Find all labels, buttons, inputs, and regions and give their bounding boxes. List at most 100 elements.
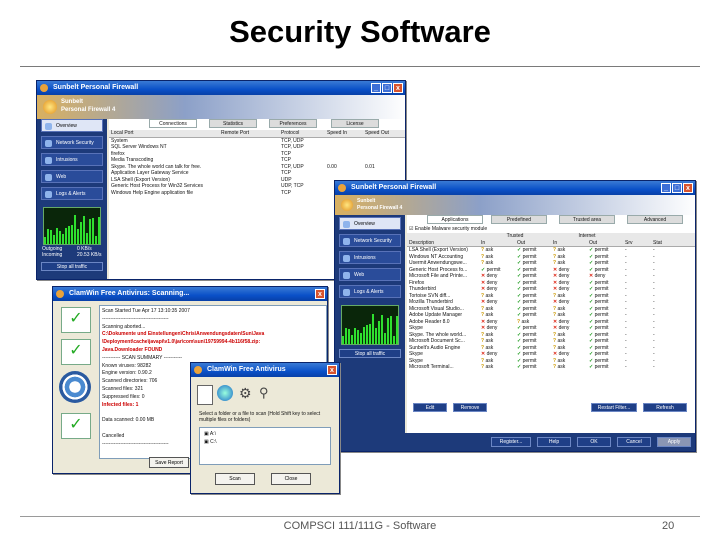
rule-cell[interactable]: ✓ permit — [517, 345, 553, 351]
settings-gear-icon[interactable]: ⚙ — [239, 385, 252, 401]
tree-item-drive-a[interactable]: ▣ A:\ — [200, 428, 330, 437]
table-row[interactable]: Skype ✕ deny ✓ permit ✕ deny ✓ permit - - — [407, 351, 695, 358]
table-row[interactable]: LSA Shell (Export Version)? ask ✓ permit?… — [407, 247, 695, 254]
close-dialog-button[interactable]: Close — [271, 473, 311, 485]
table-row[interactable]: Skype? ask ✓ permit? ask ✓ permit - - — [407, 358, 695, 365]
rule-cell[interactable]: ✓ permit — [517, 338, 553, 344]
rule-cell[interactable]: ? ask — [481, 306, 517, 312]
tab-advanced[interactable]: Advanced — [627, 215, 683, 224]
rule-cell[interactable]: ✓ permit — [589, 332, 625, 338]
rule-cell[interactable]: ✓ permit — [517, 332, 553, 338]
folder-tree[interactable]: ▣ A:\ ▣ C:\ — [199, 427, 331, 465]
rule-cell[interactable]: ? ask — [553, 254, 589, 260]
rule-cell[interactable]: ✕ deny — [553, 319, 589, 325]
nav-web[interactable]: Web — [41, 170, 103, 183]
search-magnifier-icon[interactable]: ⚲ — [259, 385, 269, 401]
rule-cell[interactable]: ✓ permit — [517, 299, 553, 305]
rule-cell[interactable]: ? ask — [481, 254, 517, 260]
rule-cell[interactable]: ? ask — [517, 319, 553, 325]
table-row[interactable]: Windows NT Accounting? ask ✓ permit? ask ✓… — [407, 254, 695, 261]
tab-trusted-area[interactable]: Trusted area — [559, 215, 615, 224]
rule-cell[interactable]: ? ask — [553, 312, 589, 318]
tree-item-drive-c[interactable]: ▣ C:\ — [200, 437, 330, 445]
nav-network-security[interactable]: Network Security — [339, 234, 401, 247]
close-button[interactable]: x — [327, 365, 337, 375]
rule-cell[interactable]: ? ask — [553, 332, 589, 338]
save-report-button[interactable]: Save Report — [149, 457, 189, 468]
rule-cell[interactable]: ? ask — [553, 260, 589, 266]
rule-cell[interactable]: ✕ deny — [481, 286, 517, 292]
rule-cell[interactable]: ? ask — [481, 247, 517, 253]
update-globe-icon[interactable] — [217, 385, 233, 401]
rule-cell[interactable]: ✕ deny — [481, 325, 517, 331]
rule-cell[interactable]: ? ask — [481, 293, 517, 299]
tab-applications[interactable]: Applications — [427, 215, 483, 224]
rule-cell[interactable]: ? ask — [553, 338, 589, 344]
table-row[interactable]: Skype. The whole world...? ask ✓ permit? … — [407, 332, 695, 339]
enable-malware-checkbox[interactable]: ☑ Enable Malware security module — [409, 226, 695, 232]
rule-cell[interactable]: ✓ permit — [589, 325, 625, 331]
rule-cell[interactable]: ✓ permit — [589, 338, 625, 344]
table-row[interactable]: Skype. The whole world can talk for free… — [109, 164, 405, 171]
rule-cell[interactable]: ✓ permit — [517, 254, 553, 260]
maximize-button[interactable]: □ — [672, 183, 682, 193]
rule-cell[interactable]: ? ask — [481, 345, 517, 351]
nav-logs-alerts[interactable]: Logs & Alerts — [41, 187, 103, 200]
refresh-button[interactable]: Refresh — [643, 403, 687, 412]
table-row[interactable]: Thunderbird ✕ deny ✓ permit ✕ deny ✓ permit -… — [407, 286, 695, 293]
rule-cell[interactable]: ✓ permit — [517, 260, 553, 266]
rule-cell[interactable]: ? ask — [553, 358, 589, 364]
table-row[interactable]: Firefox ✕ deny ✓ permit ✕ deny ✓ permit - - — [407, 280, 695, 287]
rule-cell[interactable]: ✓ permit — [589, 267, 625, 273]
rule-cell[interactable]: ? ask — [553, 247, 589, 253]
table-row[interactable]: Mozilla Thunderbird ✕ deny ✓ permit ✕ deny ✓… — [407, 299, 695, 306]
rule-cell[interactable]: ✓ permit — [589, 299, 625, 305]
rule-cell[interactable]: ✓ permit — [589, 286, 625, 292]
rule-cell[interactable]: ✓ permit — [589, 351, 625, 357]
table-row[interactable]: Adobe Update Manager? ask ✓ permit? ask ✓ … — [407, 312, 695, 319]
rule-cell[interactable]: ? ask — [553, 293, 589, 299]
nav-logs-alerts[interactable]: Logs & Alerts — [339, 285, 401, 298]
apply-button[interactable]: Apply — [657, 437, 691, 447]
nav-overview[interactable]: Overview — [41, 119, 103, 132]
scan-document-icon[interactable] — [197, 385, 213, 405]
rule-cell[interactable]: ? ask — [481, 260, 517, 266]
rule-cell[interactable]: ✓ permit — [517, 286, 553, 292]
tab-connections[interactable]: Connections — [149, 119, 197, 128]
rule-cell[interactable]: ✓ permit — [517, 364, 553, 370]
nav-intrusions[interactable]: Intrusions — [339, 251, 401, 264]
rule-cell[interactable]: ? ask — [553, 306, 589, 312]
table-row[interactable]: Tortoise SVN diff...? ask ✓ permit? ask ✓ … — [407, 293, 695, 300]
minimize-button[interactable]: _ — [371, 83, 381, 93]
nav-web[interactable]: Web — [339, 268, 401, 281]
table-row[interactable]: Generic Host Process fo... ✓ permit ✓ perm… — [407, 267, 695, 274]
tab-predefined[interactable]: Predefined — [491, 215, 547, 224]
rule-cell[interactable]: ✕ deny — [553, 299, 589, 305]
rule-cell[interactable]: ✓ permit — [589, 319, 625, 325]
rule-cell[interactable]: ✓ permit — [589, 293, 625, 299]
rule-cell[interactable]: ? ask — [481, 358, 517, 364]
remove-button[interactable]: Remove — [453, 403, 487, 412]
restart-filter-button[interactable]: Restart Filter... — [591, 403, 637, 412]
rule-cell[interactable]: ✓ permit — [589, 312, 625, 318]
cancel-button[interactable]: Cancel — [617, 437, 651, 447]
table-row[interactable]: Microsoft Terminal...? ask ✓ permit? ask ✓… — [407, 364, 695, 371]
rule-cell[interactable]: ✕ deny — [553, 273, 589, 279]
rule-cell[interactable]: ✓ permit — [517, 325, 553, 331]
table-row[interactable]: Adobe Reader 8.0 ✕ deny? ask ✕ deny ✓ permi… — [407, 319, 695, 326]
stop-all-traffic-button[interactable]: Stop all traffic — [339, 349, 401, 358]
rule-cell[interactable]: ✕ deny — [553, 286, 589, 292]
table-row[interactable]: Usermit Anwendungswe...? ask ✓ permit? as… — [407, 260, 695, 267]
rule-cell[interactable]: ? ask — [553, 364, 589, 370]
register-button[interactable]: Register... — [491, 437, 531, 447]
minimize-button[interactable]: _ — [661, 183, 671, 193]
rule-cell[interactable]: ? ask — [481, 364, 517, 370]
ok-button[interactable]: OK — [577, 437, 611, 447]
close-button[interactable]: x — [315, 289, 325, 299]
rule-cell[interactable]: ✓ permit — [517, 351, 553, 357]
close-button[interactable]: x — [393, 83, 403, 93]
rule-cell[interactable]: ✕ deny — [589, 273, 625, 279]
nav-overview[interactable]: Overview — [339, 217, 401, 230]
rule-cell[interactable]: ✓ permit — [589, 260, 625, 266]
stop-all-traffic-button[interactable]: Stop all traffic — [41, 262, 103, 271]
